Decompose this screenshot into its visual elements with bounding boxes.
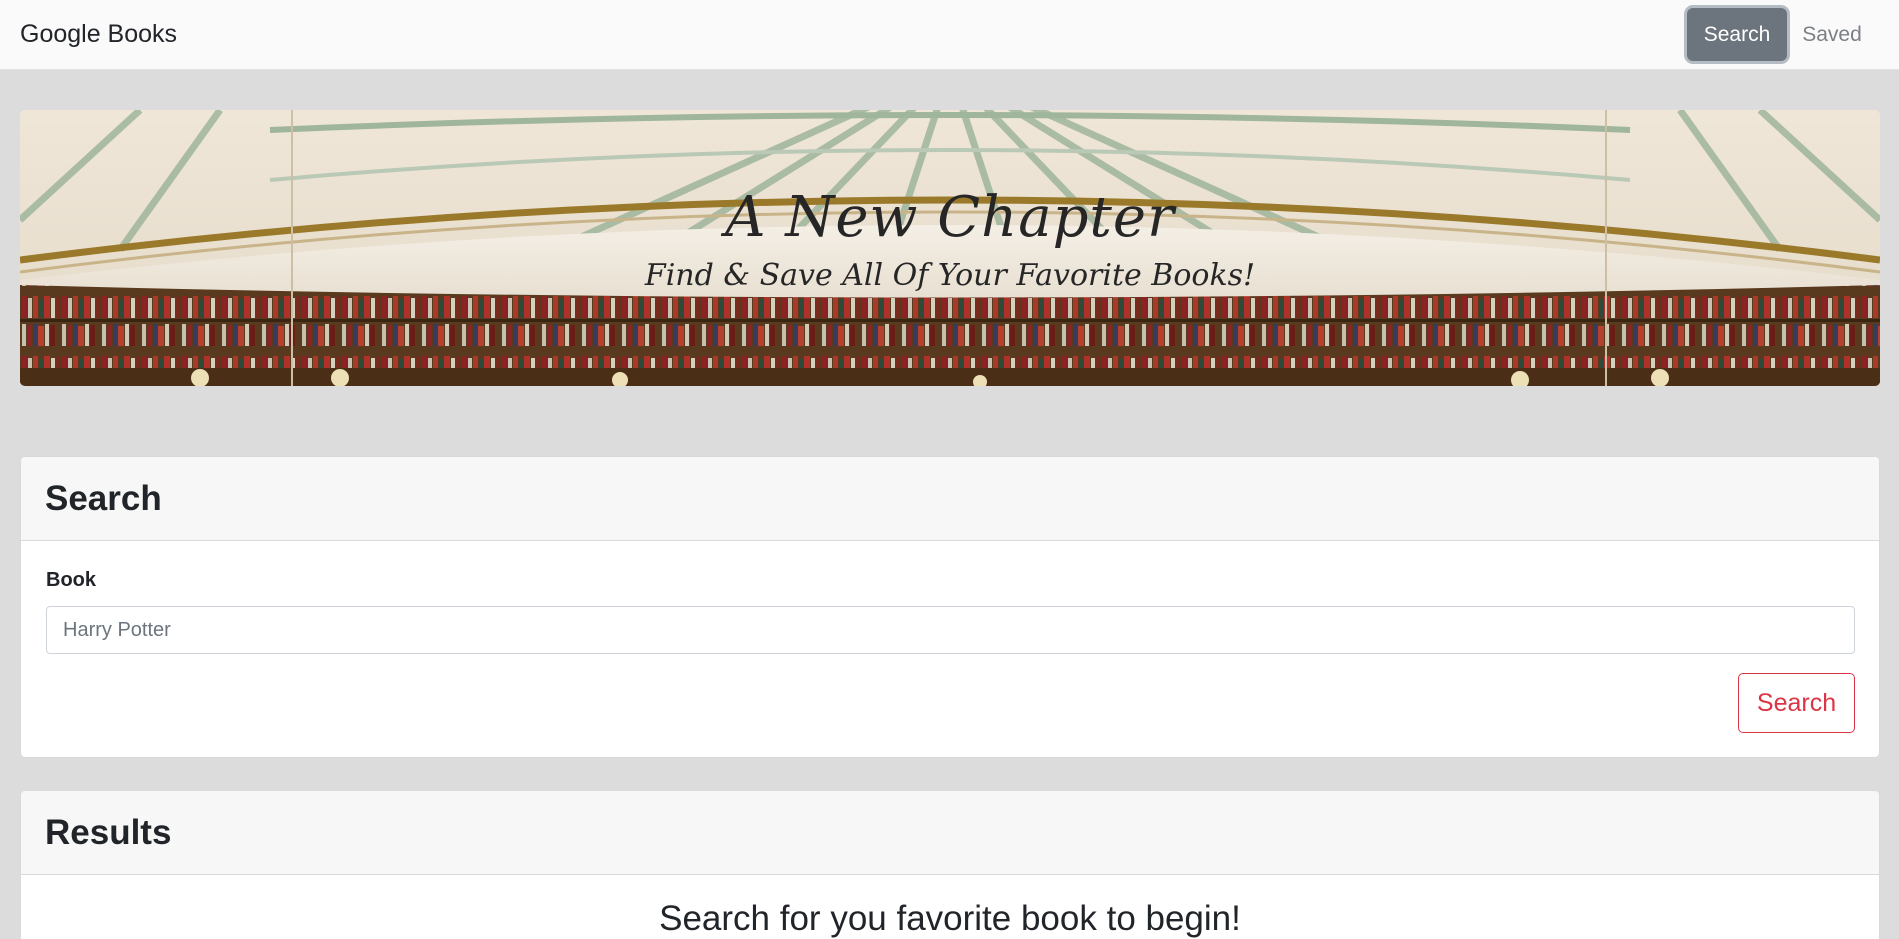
nav-saved-link[interactable]: Saved xyxy=(1792,8,1872,61)
top-navbar: Google Books Search Saved xyxy=(0,0,1899,70)
hero-title: A New Chapter xyxy=(725,185,1175,250)
search-card-header: Search xyxy=(21,457,1879,541)
brand-logo-text[interactable]: Google Books xyxy=(20,20,177,49)
search-submit-button[interactable]: Search xyxy=(1738,673,1855,733)
results-card: Results Search for you favorite book to … xyxy=(20,790,1880,939)
results-card-header: Results xyxy=(21,791,1879,875)
book-search-input[interactable] xyxy=(46,606,1855,654)
search-card: Search Book Search xyxy=(20,456,1880,758)
book-field-label: Book xyxy=(46,569,96,591)
results-empty-message: Search for you favorite book to begin! xyxy=(659,899,1241,938)
nav-search-button[interactable]: Search xyxy=(1687,8,1787,61)
hero-subtitle: Find & Save All Of Your Favorite Books! xyxy=(644,258,1256,293)
results-card-title: Results xyxy=(45,812,172,852)
hero-banner: A New Chapter Find & Save All Of Your Fa… xyxy=(20,110,1880,386)
search-card-title: Search xyxy=(45,478,162,518)
